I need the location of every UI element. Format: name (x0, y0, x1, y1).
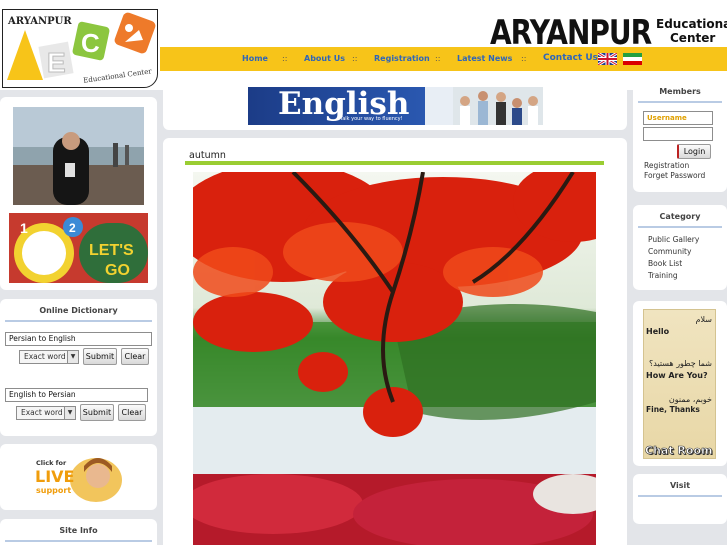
category-title: Category (659, 212, 701, 221)
mode-select-value: Exact word (24, 352, 66, 361)
password-input[interactable] (643, 127, 713, 141)
toys-text-lets: LET'S (89, 242, 134, 259)
login-button[interactable]: Login (677, 144, 711, 159)
english-banner[interactable]: English Talk your way to fluency! (248, 87, 543, 125)
live-support-panel: Click for LIVE support (0, 444, 157, 510)
nav-registration[interactable]: Registration (374, 54, 430, 63)
iran-flag-icon[interactable] (623, 53, 642, 65)
online-dictionary-panel: Online Dictionary Persian to English Exa… (0, 299, 157, 436)
members-title: Members (659, 87, 701, 96)
members-divider (638, 101, 722, 103)
persian-to-english-mode-select[interactable]: Exact word ▼ (19, 350, 79, 364)
category-book-list[interactable]: Book List (648, 259, 682, 268)
mode-select-value: Exact word (21, 408, 63, 417)
visit-panel: Visit (633, 474, 727, 524)
category-community[interactable]: Community (648, 247, 691, 256)
article-title-underline (185, 161, 604, 165)
english-to-persian-submit-button[interactable]: Submit (80, 404, 114, 421)
visit-divider (638, 495, 722, 497)
live-support-support: support (36, 486, 72, 495)
registration-link[interactable]: Registration (644, 161, 689, 170)
category-divider (638, 226, 722, 228)
members-panel: Members Username Login Registration Forg… (633, 80, 727, 192)
chat-room-label: Chat Room (645, 444, 713, 458)
visit-title: Visit (669, 481, 691, 490)
nav-contact-us[interactable]: Contact Us (543, 53, 598, 63)
nav-home[interactable]: Home (242, 54, 268, 63)
english-to-persian-mode-select[interactable]: Exact word ▼ (16, 406, 76, 420)
svg-text:C: C (81, 28, 100, 58)
autumn-maple-photo (193, 172, 596, 474)
username-input[interactable]: Username (643, 111, 713, 125)
nav-about-us[interactable]: About Us (304, 54, 345, 63)
live-support-live: LIVE (35, 467, 75, 486)
english-to-persian-clear-button[interactable]: Clear (118, 404, 146, 421)
site-title-educational: Educational (656, 17, 727, 31)
category-panel: Category Public Gallery Community Book L… (633, 205, 727, 290)
category-training[interactable]: Training (648, 271, 678, 280)
dictionary-title: Online Dictionary (39, 306, 118, 315)
chevron-down-icon: ▼ (64, 407, 75, 419)
student-photo (13, 107, 144, 205)
banner-students-photo (453, 87, 543, 125)
persian-to-english-submit-button[interactable]: Submit (83, 348, 117, 365)
chat-en-how-are-you: How Are You? (646, 371, 708, 380)
live-support-button[interactable]: Click for LIVE support (32, 454, 122, 502)
site-title-center: Center (670, 31, 716, 45)
article-panel: autumn (163, 138, 627, 545)
nav-separator: :: (435, 54, 441, 63)
chat-en-hello: Hello (646, 327, 670, 336)
chevron-down-icon: ▼ (67, 351, 78, 363)
banner-panel: English Talk your way to fluency! (163, 80, 627, 130)
chat-fa-how-are-you: شما چطور هستید؟ (649, 359, 712, 368)
persian-to-english-input[interactable]: Persian to English (5, 332, 152, 346)
chatroom-panel: سلام Hello شما چطور هستید؟ How Are You? … (633, 301, 727, 466)
svg-text:E: E (47, 47, 66, 78)
banner-slogan: Talk your way to fluency! (340, 116, 403, 122)
svg-text:1: 1 (20, 220, 28, 236)
site-info-panel: Site Info (0, 519, 157, 545)
live-support-click-for: Click for (36, 459, 67, 467)
nav-separator: :: (352, 54, 358, 63)
forget-password-link[interactable]: Forget Password (644, 171, 705, 180)
chat-en-fine-thanks: Fine, Thanks (646, 405, 700, 414)
toys-text-go: GO (105, 262, 130, 279)
category-public-gallery[interactable]: Public Gallery (648, 235, 699, 244)
nav-separator: :: (521, 54, 527, 63)
chatroom-banner[interactable]: سلام Hello شما چطور هستید؟ How Are You? … (643, 309, 716, 459)
chat-fa-fine-thanks: خوبم، ممنون (668, 395, 712, 404)
left-photos-panel: 2 1 LET'S GO (0, 97, 157, 290)
site-logo[interactable]: ARYANPUR E C Educational Center (2, 9, 158, 88)
article-title: autumn (189, 150, 226, 161)
dictionary-divider (5, 320, 152, 322)
english-to-persian-input[interactable]: English to Persian (5, 388, 148, 402)
main-nav: Home :: About Us :: Registration :: Late… (160, 47, 727, 71)
uk-flag-icon[interactable] (598, 53, 617, 65)
site-info-divider (5, 540, 152, 542)
red-leaves-photo (193, 474, 596, 545)
nav-separator: :: (282, 54, 288, 63)
chat-fa-hello: سلام (695, 315, 712, 324)
persian-to-english-clear-button[interactable]: Clear (121, 348, 149, 365)
site-info-title: Site Info (59, 526, 98, 535)
toys-photo: 2 1 LET'S GO (9, 213, 148, 283)
site-header: ARYANPUR E C Educational Center ARYANPUR… (0, 0, 727, 90)
svg-text:2: 2 (69, 221, 76, 235)
nav-latest-news[interactable]: Latest News (457, 54, 512, 63)
